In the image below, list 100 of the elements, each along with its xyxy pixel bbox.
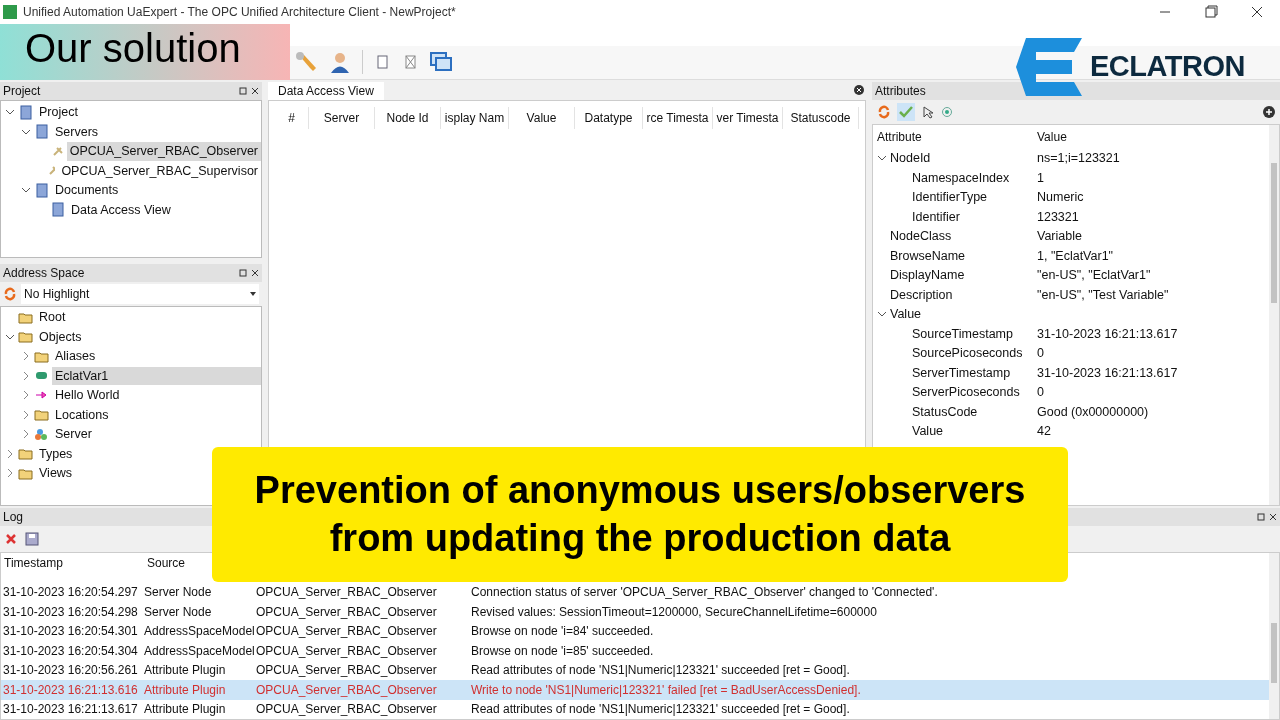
log-timestamp: 31-10-2023 16:20:54.304 <box>2 642 139 660</box>
log-row[interactable]: 31-10-2023 16:20:54.301 AddressSpaceModelOPCUA_Server_RBAC_Observer Browse on node 'i=84' succeeded. <box>1 621 1269 641</box>
app-icon <box>3 5 17 19</box>
folder-icon <box>18 329 33 345</box>
attribute-name: BrowseName <box>890 247 966 265</box>
panel-title: Address Space <box>3 264 85 282</box>
attribute-value: 0 <box>1036 345 1044 363</box>
attribute-name: NamespaceIndex <box>912 169 1010 187</box>
float-icon[interactable] <box>1257 512 1265 521</box>
tree-item[interactable]: Aliases <box>52 347 99 366</box>
attribute-value: ns=1;i=123321 <box>1036 150 1120 168</box>
log-server: OPCUA_Server_RBAC_Observer <box>256 662 438 680</box>
column-header[interactable]: isplay Nam <box>441 106 509 129</box>
tree-item[interactable]: Servers <box>52 122 102 142</box>
attribute-name: NodeClass <box>890 228 952 246</box>
close-icon[interactable] <box>854 84 864 95</box>
attribute-name: NodeId <box>890 150 931 168</box>
log-source: Server Node <box>144 603 213 621</box>
target-icon[interactable] <box>941 105 953 118</box>
refresh-icon[interactable] <box>877 104 891 119</box>
document-icon <box>50 202 65 218</box>
attribute-name: SourcePicoseconds <box>912 345 1023 363</box>
tree-item[interactable]: Server <box>52 425 95 444</box>
attribute-name: IdentifierType <box>912 189 988 207</box>
tree-item[interactable]: Root <box>36 308 69 327</box>
attribute-name: Identifier <box>912 208 960 226</box>
scrollbar-thumb[interactable] <box>1271 622 1277 683</box>
panel-title: Project <box>3 82 41 100</box>
close-icon[interactable] <box>1269 512 1277 521</box>
tree-item[interactable]: Types <box>36 444 76 464</box>
save-icon[interactable] <box>25 531 39 546</box>
log-row[interactable]: 31-10-2023 16:21:13.616 Attribute Plugin OPCUA_Server_RBAC_Observer Write to node 'NS1|Numeric|123321' failed [ret = BadUserAccessDenied]. <box>1 680 1269 700</box>
scrollbar-thumb[interactable] <box>1271 162 1277 303</box>
log-message: Read attributes of node 'NS1|Numeric|123321' succeeded [ret = Good]. <box>471 701 850 719</box>
tree-item[interactable]: OPCUA_Server_RBAC_Observer <box>66 142 261 161</box>
add-icon[interactable] <box>1263 105 1275 118</box>
clear-icon[interactable] <box>5 532 17 545</box>
overlay-label: Our solution <box>0 24 290 80</box>
check-icon[interactable] <box>897 102 915 121</box>
log-timestamp: 31-10-2023 16:20:54.298 <box>2 603 139 621</box>
brand-name: ECLATRON <box>1090 49 1245 85</box>
float-icon[interactable] <box>239 86 247 95</box>
log-row[interactable]: 31-10-2023 16:21:13.617 Attribute Plugin OPCUA_Server_RBAC_Observer Read attributes of node 'NS1|Numeric|123321' succeeded [ret = Good]. <box>1 699 1269 719</box>
attribute-value: Variable <box>1036 228 1082 246</box>
logo-icon <box>1016 38 1082 96</box>
tree-item[interactable]: Locations <box>52 405 112 425</box>
log-message: Browse on node 'i=85' succeeded. <box>471 642 654 660</box>
tree-item[interactable]: Objects <box>36 327 85 347</box>
window-title: Unified Automation UaExpert - The OPC Unified Architecture Client - NewProject* <box>23 4 456 21</box>
log-server: OPCUA_Server_RBAC_Observer <box>256 584 438 602</box>
windows-icon[interactable] <box>429 51 453 74</box>
document-tab[interactable]: Data Access View <box>268 81 384 100</box>
column-header[interactable]: rce Timesta <box>643 106 713 129</box>
log-source: AddressSpaceModel <box>144 623 256 641</box>
log-message: Browse on node 'i=84' succeeded. <box>471 623 654 641</box>
float-icon[interactable] <box>239 268 247 277</box>
attribute-name: DisplayName <box>890 267 965 285</box>
column-header[interactable]: ver Timesta <box>713 106 783 129</box>
column-header[interactable]: Source <box>144 553 189 572</box>
dropdown-caret-icon[interactable] <box>250 291 256 296</box>
tree-item[interactable]: EclatVar1 <box>52 366 261 386</box>
log-row[interactable]: 31-10-2023 16:20:54.304 AddressSpaceModelOPCUA_Server_RBAC_Observer Browse on node 'i=85' succeeded. <box>1 641 1269 661</box>
tree-item[interactable]: Data Access View <box>68 200 174 220</box>
column-header[interactable]: Value <box>509 106 575 129</box>
shapes-icon <box>34 426 49 442</box>
attribute-value: "en-US", "EclatVar1" <box>1036 267 1151 285</box>
close-icon[interactable] <box>251 86 259 95</box>
document-icon <box>34 182 49 198</box>
column-header[interactable]: Datatype <box>575 106 643 129</box>
folder-icon <box>18 446 33 462</box>
tree-item[interactable]: Views <box>36 464 76 483</box>
column-header[interactable]: # <box>275 106 309 129</box>
cursor-icon[interactable] <box>921 104 935 119</box>
tree-item[interactable]: Project <box>36 103 81 122</box>
tree-item[interactable]: OPCUA_Server_RBAC_Supervisor <box>58 161 261 181</box>
column-header[interactable]: Timestamp <box>1 553 144 572</box>
column-header[interactable]: Value <box>1033 127 1233 146</box>
close-icon[interactable] <box>251 268 259 277</box>
column-header[interactable]: Server <box>309 106 375 129</box>
attribute-value: 0 <box>1036 384 1044 402</box>
highlight-dropdown[interactable]: No Highlight <box>21 283 259 304</box>
log-row[interactable]: 31-10-2023 16:20:54.297 Server Node OPCUA_Server_RBAC_Observer Connection status of server 'OPCUA_Server_RBAC_Observer' changed to 'Connected'. <box>1 582 1269 602</box>
tree-item[interactable]: Documents <box>52 181 122 200</box>
log-server: OPCUA_Server_RBAC_Observer <box>256 701 438 719</box>
column-header[interactable]: Statuscode <box>783 106 859 129</box>
panel-title: Attributes <box>875 82 926 100</box>
log-row[interactable]: 31-10-2023 16:20:56.261 Attribute Plugin OPCUA_Server_RBAC_Observer Read attributes of node 'NS1|Numeric|123321' succeeded [ret = Good]. <box>1 660 1269 680</box>
log-message: Revised values: SessionTimeout=1200000, SecureChannelLifetime=600000 <box>471 603 877 621</box>
attribute-name: Value <box>912 423 944 441</box>
refresh-icon[interactable] <box>3 286 17 301</box>
attribute-value: 123321 <box>1036 208 1079 226</box>
attribute-name: SourceTimestamp <box>912 325 1013 343</box>
attribute-value: 31-10-2023 16:21:13.617 <box>1036 325 1178 343</box>
column-header[interactable]: Node Id <box>375 106 441 129</box>
tree-item[interactable]: Hello World <box>52 386 123 405</box>
user-icon[interactable] <box>328 50 352 75</box>
log-message: Read attributes of node 'NS1|Numeric|123321' succeeded [ret = Good]. <box>471 662 850 680</box>
log-row[interactable]: 31-10-2023 16:20:54.298 Server Node OPCUA_Server_RBAC_Observer Revised values: SessionTimeout=1200000, SecureChannelLifetime=600000 <box>1 602 1269 622</box>
column-header[interactable]: Attribute <box>873 127 1033 146</box>
log-message: Write to node 'NS1|Numeric|123321' failed [ret = BadUserAccessDenied]. <box>471 681 861 699</box>
